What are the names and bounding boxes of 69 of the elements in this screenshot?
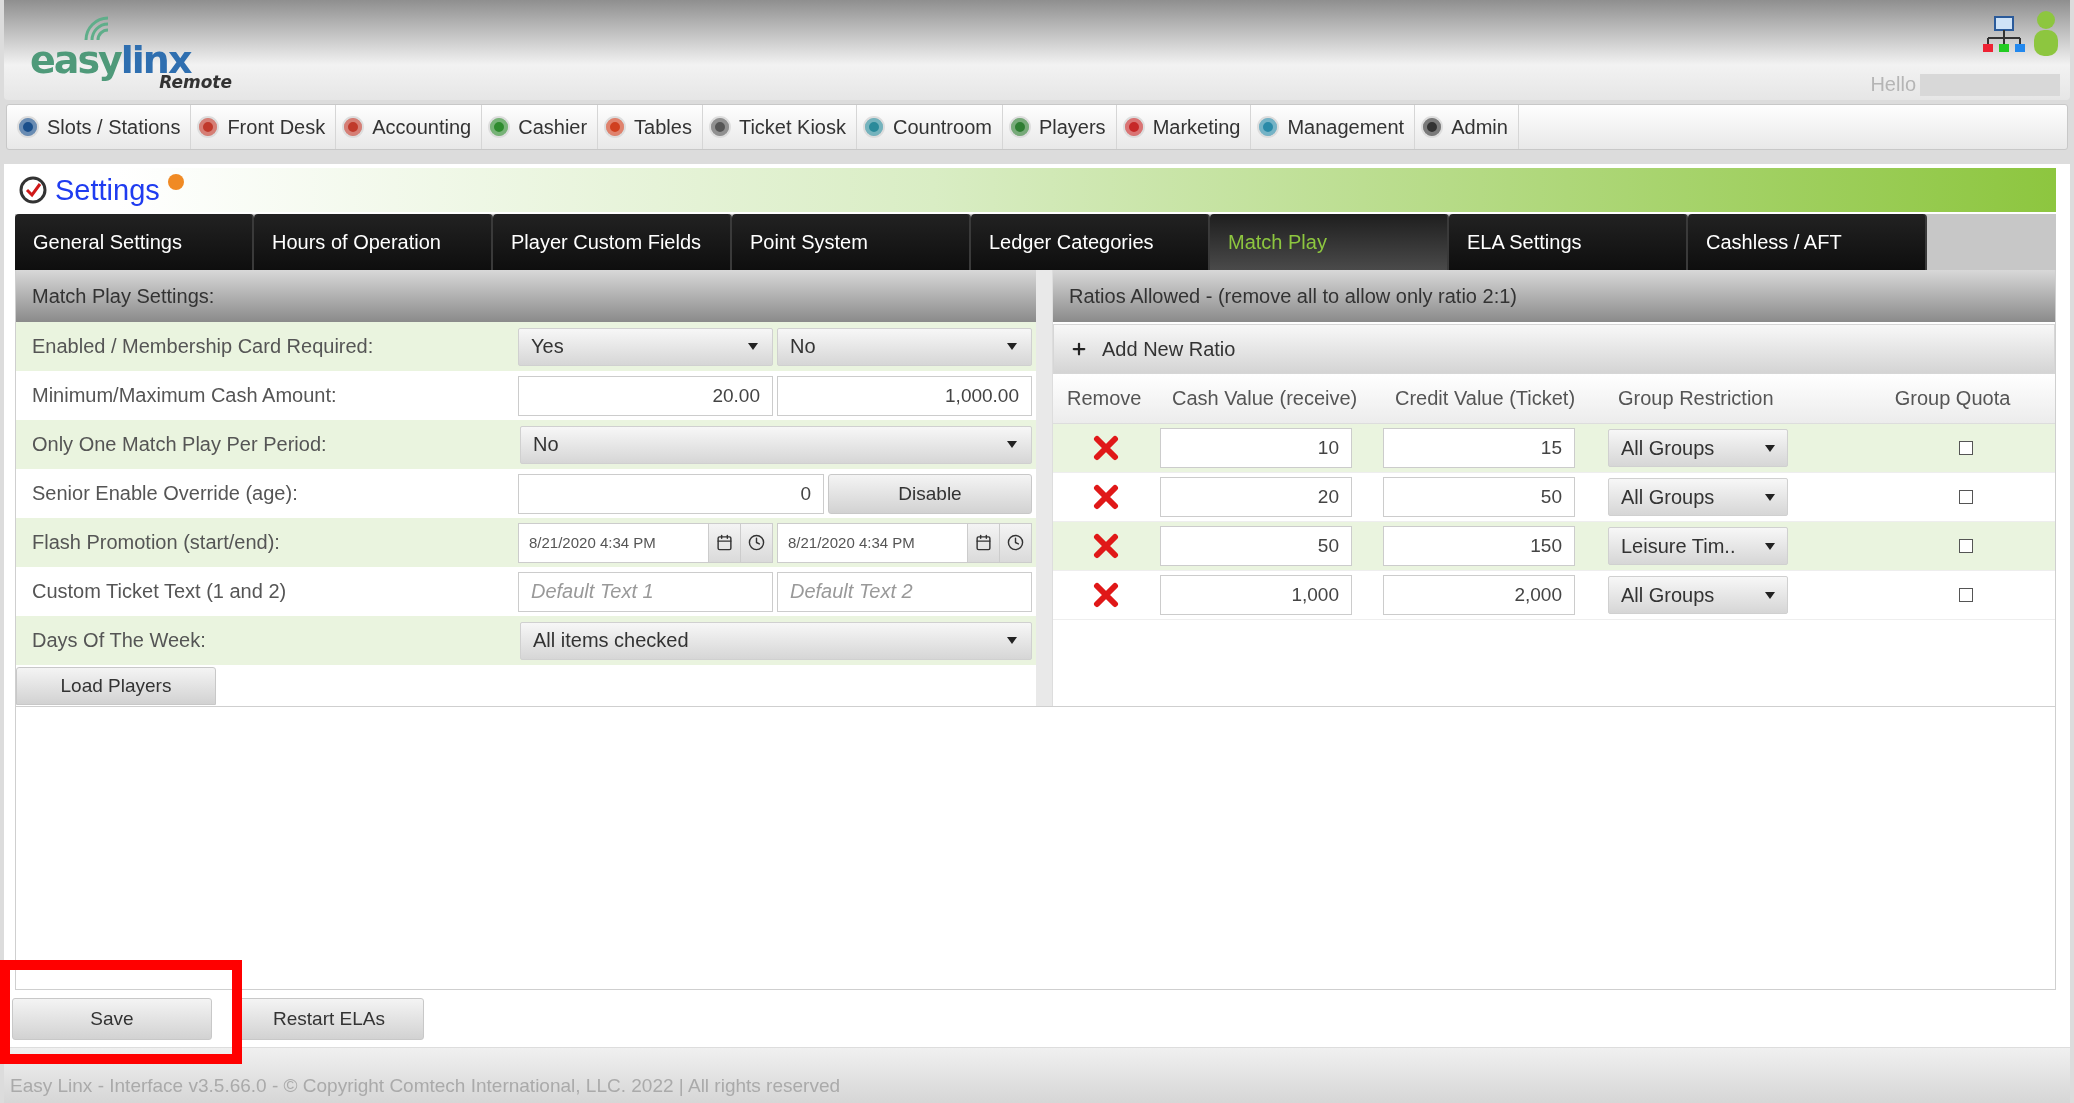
cash-field[interactable]: 1,000: [1160, 575, 1352, 615]
group-dropdown[interactable]: All Groups: [1608, 429, 1788, 467]
dropdown[interactable]: No: [520, 425, 1032, 464]
input-field[interactable]: 0: [518, 473, 824, 514]
remove-icon[interactable]: [1092, 533, 1119, 559]
column-header: Group Restriction: [1617, 387, 1775, 410]
credit-field[interactable]: 50: [1383, 477, 1575, 517]
tab[interactable]: Ledger Categories: [971, 214, 1210, 270]
group-dropdown[interactable]: Leisure Tim..: [1608, 527, 1788, 565]
remove-icon[interactable]: [1092, 435, 1119, 461]
logo: easylinx Remote: [30, 12, 230, 94]
greeting: Hello: [1870, 73, 1916, 96]
group-dropdown[interactable]: All Groups: [1608, 576, 1788, 614]
checkbox[interactable]: [1958, 441, 1973, 455]
dropdown[interactable]: All items checked: [520, 621, 1032, 660]
tab[interactable]: Hours of Operation: [254, 214, 493, 270]
nav-item[interactable]: Admin: [1415, 105, 1519, 149]
tab[interactable]: Point System: [732, 214, 971, 270]
field-label: Senior Enable Override (age):: [31, 482, 299, 505]
nav-item[interactable]: Front Desk: [191, 105, 337, 149]
add-ratio-button[interactable]: Add New Ratio: [1053, 324, 2055, 374]
credit-field[interactable]: 150: [1383, 526, 1575, 566]
tab[interactable]: Cashless / AFT: [1688, 214, 1927, 270]
cash-field[interactable]: 50: [1160, 526, 1352, 566]
nav-item[interactable]: Management: [1251, 105, 1416, 149]
column-header: Credit Value (Ticket): [1394, 387, 1577, 410]
remove-icon[interactable]: [1092, 484, 1119, 510]
nav-item[interactable]: Ticket Kiosk: [702, 105, 857, 149]
panel-header: Match Play Settings:: [16, 270, 1036, 322]
credit-field[interactable]: 2,000: [1383, 575, 1575, 615]
nav-item[interactable]: Slots / Stations: [11, 105, 192, 149]
tab[interactable]: General Settings: [15, 214, 254, 270]
remove-icon[interactable]: [1092, 582, 1119, 608]
column-header: Remove: [1066, 387, 1143, 410]
nav-item[interactable]: Countroom: [857, 105, 1003, 149]
tab[interactable]: Match Play: [1210, 214, 1449, 270]
nav-item[interactable]: Marketing: [1116, 105, 1252, 149]
credit-field[interactable]: 15: [1383, 428, 1575, 468]
dropdown[interactable]: No: [777, 327, 1032, 366]
nav-item[interactable]: Accounting: [336, 105, 483, 149]
field-label: Enabled / Membership Card Required:: [31, 335, 375, 358]
save-button[interactable]: Save: [12, 997, 212, 1040]
checkbox[interactable]: [1958, 588, 1973, 602]
plus-icon[interactable]: [1070, 340, 1088, 358]
cash-field[interactable]: 10: [1160, 428, 1352, 468]
check-icon: [19, 176, 47, 204]
tab[interactable]: ELA Settings: [1449, 214, 1688, 270]
checkbox[interactable]: [1958, 539, 1973, 553]
input-field[interactable]: 1,000.00: [777, 375, 1032, 416]
nav-item[interactable]: Cashier: [482, 105, 599, 149]
nav-item[interactable]: Tables: [598, 105, 703, 149]
field-label: Minimum/Maximum Cash Amount:: [31, 384, 338, 407]
input-field[interactable]: 20.00: [518, 375, 773, 416]
column-header: Cash Value (receive): [1171, 387, 1359, 410]
column-header: Group Quota: [1893, 387, 2012, 410]
field-label: Only One Match Play Per Period:: [31, 433, 328, 456]
group-dropdown[interactable]: All Groups: [1608, 478, 1788, 516]
tab[interactable]: Player Custom Fields: [493, 214, 732, 270]
field-label: Custom Ticket Text (1 and 2): [31, 580, 288, 603]
dropdown[interactable]: Yes: [518, 327, 773, 366]
load-players-button[interactable]: Load Players: [16, 667, 216, 705]
page-title: Settings: [55, 173, 160, 207]
panel-header: Ratios Allowed - (remove all to allow only ratio 2:1): [1053, 270, 2055, 322]
disable-button[interactable]: Disable: [828, 473, 1032, 514]
checkbox[interactable]: [1958, 490, 1973, 504]
field-label: Flash Promotion (start/end):: [31, 531, 281, 554]
cash-field[interactable]: 20: [1160, 477, 1352, 517]
field-label: Days Of The Week:: [31, 629, 207, 652]
nav-item[interactable]: Players: [1002, 105, 1117, 149]
